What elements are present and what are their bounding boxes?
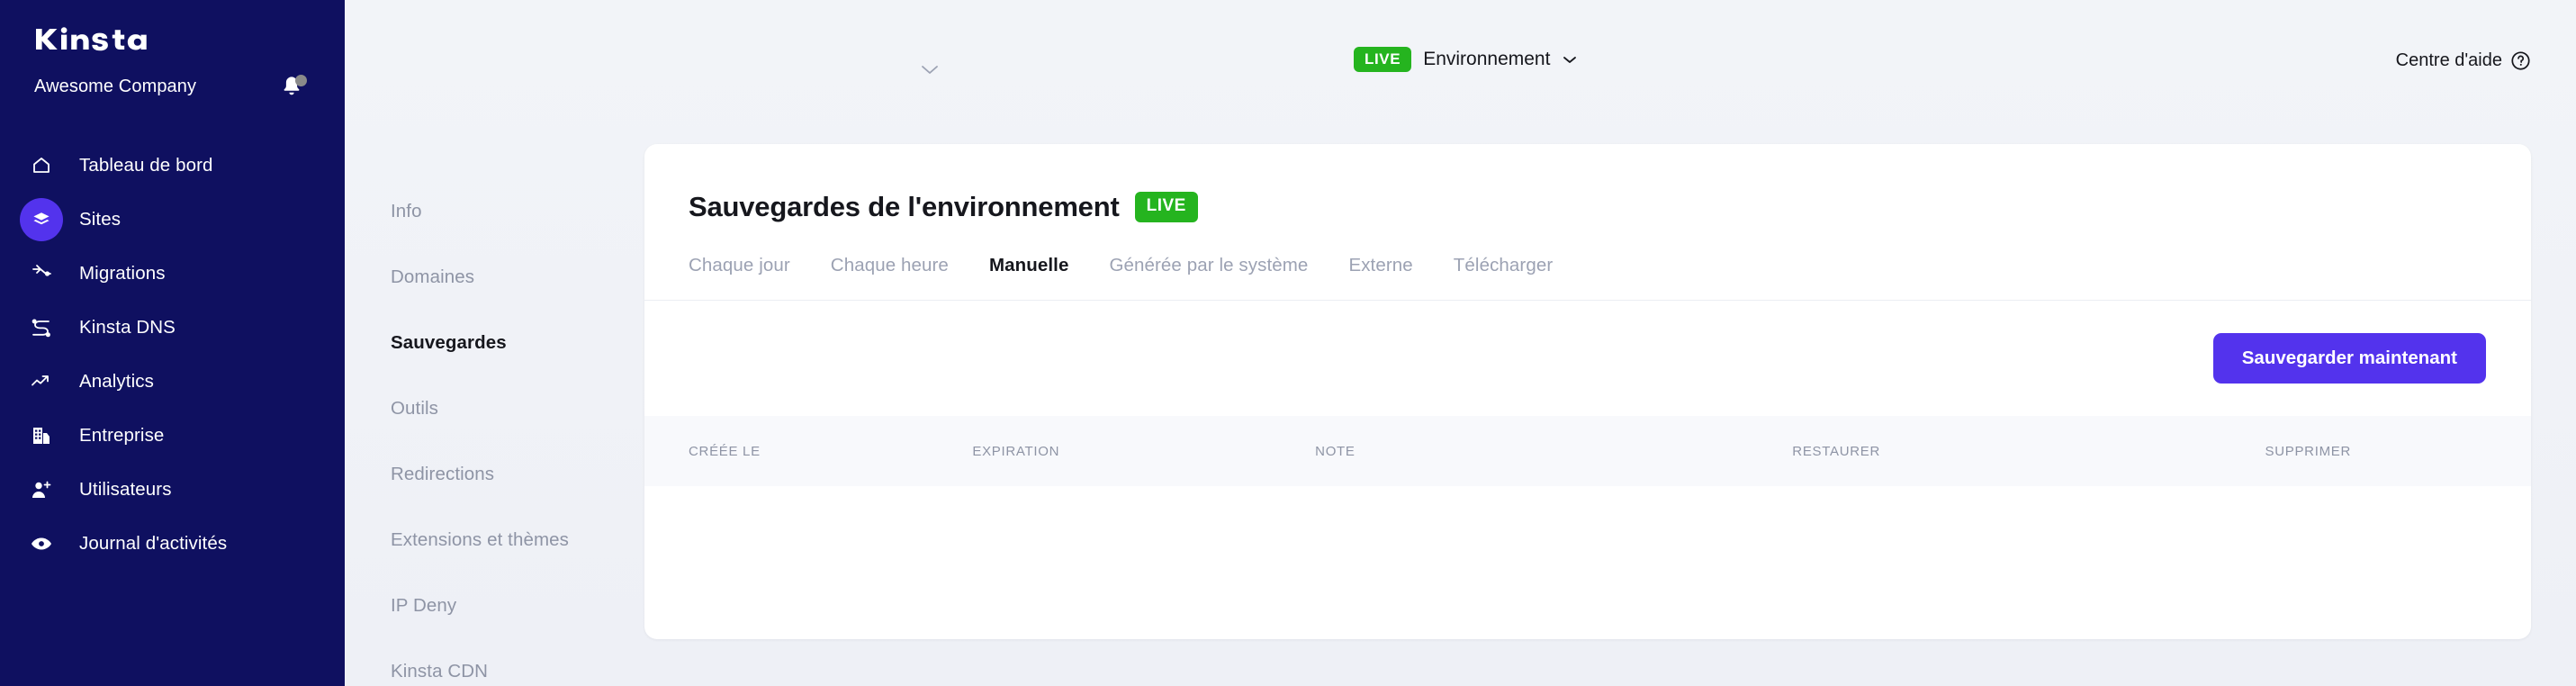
environment-live-badge: LIVE: [1354, 47, 1412, 72]
sidebar-item-label: Analytics: [79, 371, 154, 392]
tab-generee-par-le-systeme[interactable]: Générée par le système: [1109, 255, 1308, 276]
trending-up-icon: [20, 360, 63, 403]
site-selector-button[interactable]: [914, 56, 945, 83]
tab-chaque-jour[interactable]: Chaque jour: [689, 255, 790, 276]
submenu-item-info[interactable]: Info: [345, 178, 644, 244]
environment-label: Environnement: [1423, 49, 1551, 69]
help-center-label: Centre d'aide: [2395, 50, 2502, 70]
sidebar-item-label: Entreprise: [79, 425, 165, 446]
eye-icon: [20, 522, 63, 565]
backups-table-body: [644, 486, 2531, 576]
card-title-row: Sauvegardes de l'environnement LIVE: [689, 191, 2531, 223]
table-header-row: CRÉÉE LE EXPIRATION NOTE RESTAURER SUPPR…: [644, 416, 2531, 486]
sidebar-item-label: Sites: [79, 209, 122, 230]
notifications-button[interactable]: [278, 73, 307, 100]
submenu-item-domaines[interactable]: Domaines: [345, 244, 644, 310]
column-header-supprimer: SUPPRIMER: [2265, 443, 2351, 459]
column-header-expiration: EXPIRATION: [972, 443, 1060, 459]
card-action-row: Sauvegarder maintenant: [644, 301, 2531, 416]
sidebar-item-sites[interactable]: Sites: [0, 193, 345, 247]
top-bar: LIVE Environnement Centre d'aide: [644, 0, 2576, 144]
submenu-item-label: Kinsta CDN: [391, 660, 489, 681]
site-submenu: Info Domaines Sauvegardes Outils Redirec…: [345, 0, 644, 686]
submenu-item-label: Redirections: [391, 463, 495, 484]
table-empty-row: [644, 486, 2531, 576]
submenu-item-kinsta-cdn[interactable]: Kinsta CDN: [345, 638, 644, 686]
user-plus-icon: [20, 468, 63, 511]
sidebar-item-tableau-de-bord[interactable]: Tableau de bord: [0, 139, 345, 193]
chevron-down-icon: [1563, 57, 1577, 63]
question-circle-icon: [2511, 51, 2530, 70]
dns-icon: [20, 306, 63, 349]
backup-now-button[interactable]: Sauvegarder maintenant: [2212, 333, 2486, 384]
sidebar-item-entreprise[interactable]: Entreprise: [0, 409, 345, 463]
sidebar-item-label: Utilisateurs: [79, 479, 172, 500]
column-header-note: NOTE: [1315, 443, 1356, 459]
sidebar-item-label: Journal d'activités: [79, 533, 228, 554]
submenu-item-label: IP Deny: [391, 594, 457, 616]
submenu-item-label: Outils: [391, 397, 439, 419]
tab-externe[interactable]: Externe: [1348, 255, 1412, 276]
column-header-creee-le: CRÉÉE LE: [689, 443, 761, 459]
environment-selector[interactable]: LIVE Environnement: [1354, 47, 1578, 72]
migrations-icon: [20, 252, 63, 295]
sidebar-nav: Tableau de bord Sites Migrations Kinsta …: [0, 139, 345, 571]
company-row: Awesome Company: [0, 65, 345, 103]
sidebar-item-journal-activites[interactable]: Journal d'activités: [0, 517, 345, 571]
title-live-badge: LIVE: [1134, 192, 1198, 222]
sidebar-item-migrations[interactable]: Migrations: [0, 247, 345, 301]
sidebar-item-analytics[interactable]: Analytics: [0, 355, 345, 409]
content-column: LIVE Environnement Centre d'aide Sauvega…: [644, 0, 2576, 686]
column-header-restaurer: RESTAURER: [1792, 443, 1880, 459]
submenu-item-label: Domaines: [391, 266, 475, 287]
company-name: Awesome Company: [34, 76, 197, 96]
sidebar-item-label: Migrations: [79, 263, 166, 284]
submenu-item-outils[interactable]: Outils: [345, 375, 644, 441]
layers-icon: [20, 198, 63, 241]
tab-chaque-heure[interactable]: Chaque heure: [831, 255, 949, 276]
sidebar-item-kinsta-dns[interactable]: Kinsta DNS: [0, 301, 345, 355]
submenu-item-label: Info: [391, 200, 422, 221]
backups-card: Sauvegardes de l'environnement LIVE Chaq…: [644, 144, 2531, 639]
backups-table-head: CRÉÉE LE EXPIRATION NOTE RESTAURER SUPPR…: [644, 416, 2531, 486]
chevron-down-icon: [922, 66, 938, 74]
primary-sidebar: Awesome Company Tableau de bord Sites Mi…: [0, 0, 345, 686]
kinsta-logo[interactable]: [0, 0, 345, 65]
sidebar-item-label: Tableau de bord: [79, 155, 213, 176]
app-root: Awesome Company Tableau de bord Sites Mi…: [0, 0, 2576, 686]
submenu-item-label: Extensions et thèmes: [391, 528, 569, 550]
backups-table: CRÉÉE LE EXPIRATION NOTE RESTAURER SUPPR…: [644, 416, 2531, 576]
submenu-item-label: Sauvegardes: [391, 331, 507, 353]
submenu-item-redirections[interactable]: Redirections: [345, 441, 644, 507]
submenu-item-ip-deny[interactable]: IP Deny: [345, 573, 644, 638]
submenu-item-extensions-et-themes[interactable]: Extensions et thèmes: [345, 507, 644, 573]
help-center-link[interactable]: Centre d'aide: [2396, 50, 2531, 71]
backup-type-tabs: Chaque jour Chaque heure Manuelle Généré…: [644, 223, 2531, 301]
card-header: Sauvegardes de l'environnement LIVE: [644, 144, 2531, 223]
sidebar-item-utilisateurs[interactable]: Utilisateurs: [0, 463, 345, 517]
submenu-item-sauvegardes[interactable]: Sauvegardes: [345, 310, 644, 375]
home-icon: [20, 144, 63, 187]
notification-badge: [295, 75, 307, 86]
tab-manuelle[interactable]: Manuelle: [989, 255, 1069, 276]
sidebar-item-label: Kinsta DNS: [79, 317, 176, 338]
tab-telecharger[interactable]: Télécharger: [1454, 255, 1554, 276]
building-icon: [20, 414, 63, 457]
page-title: Sauvegardes de l'environnement: [689, 191, 1120, 222]
table-empty-cell: [644, 486, 2531, 576]
